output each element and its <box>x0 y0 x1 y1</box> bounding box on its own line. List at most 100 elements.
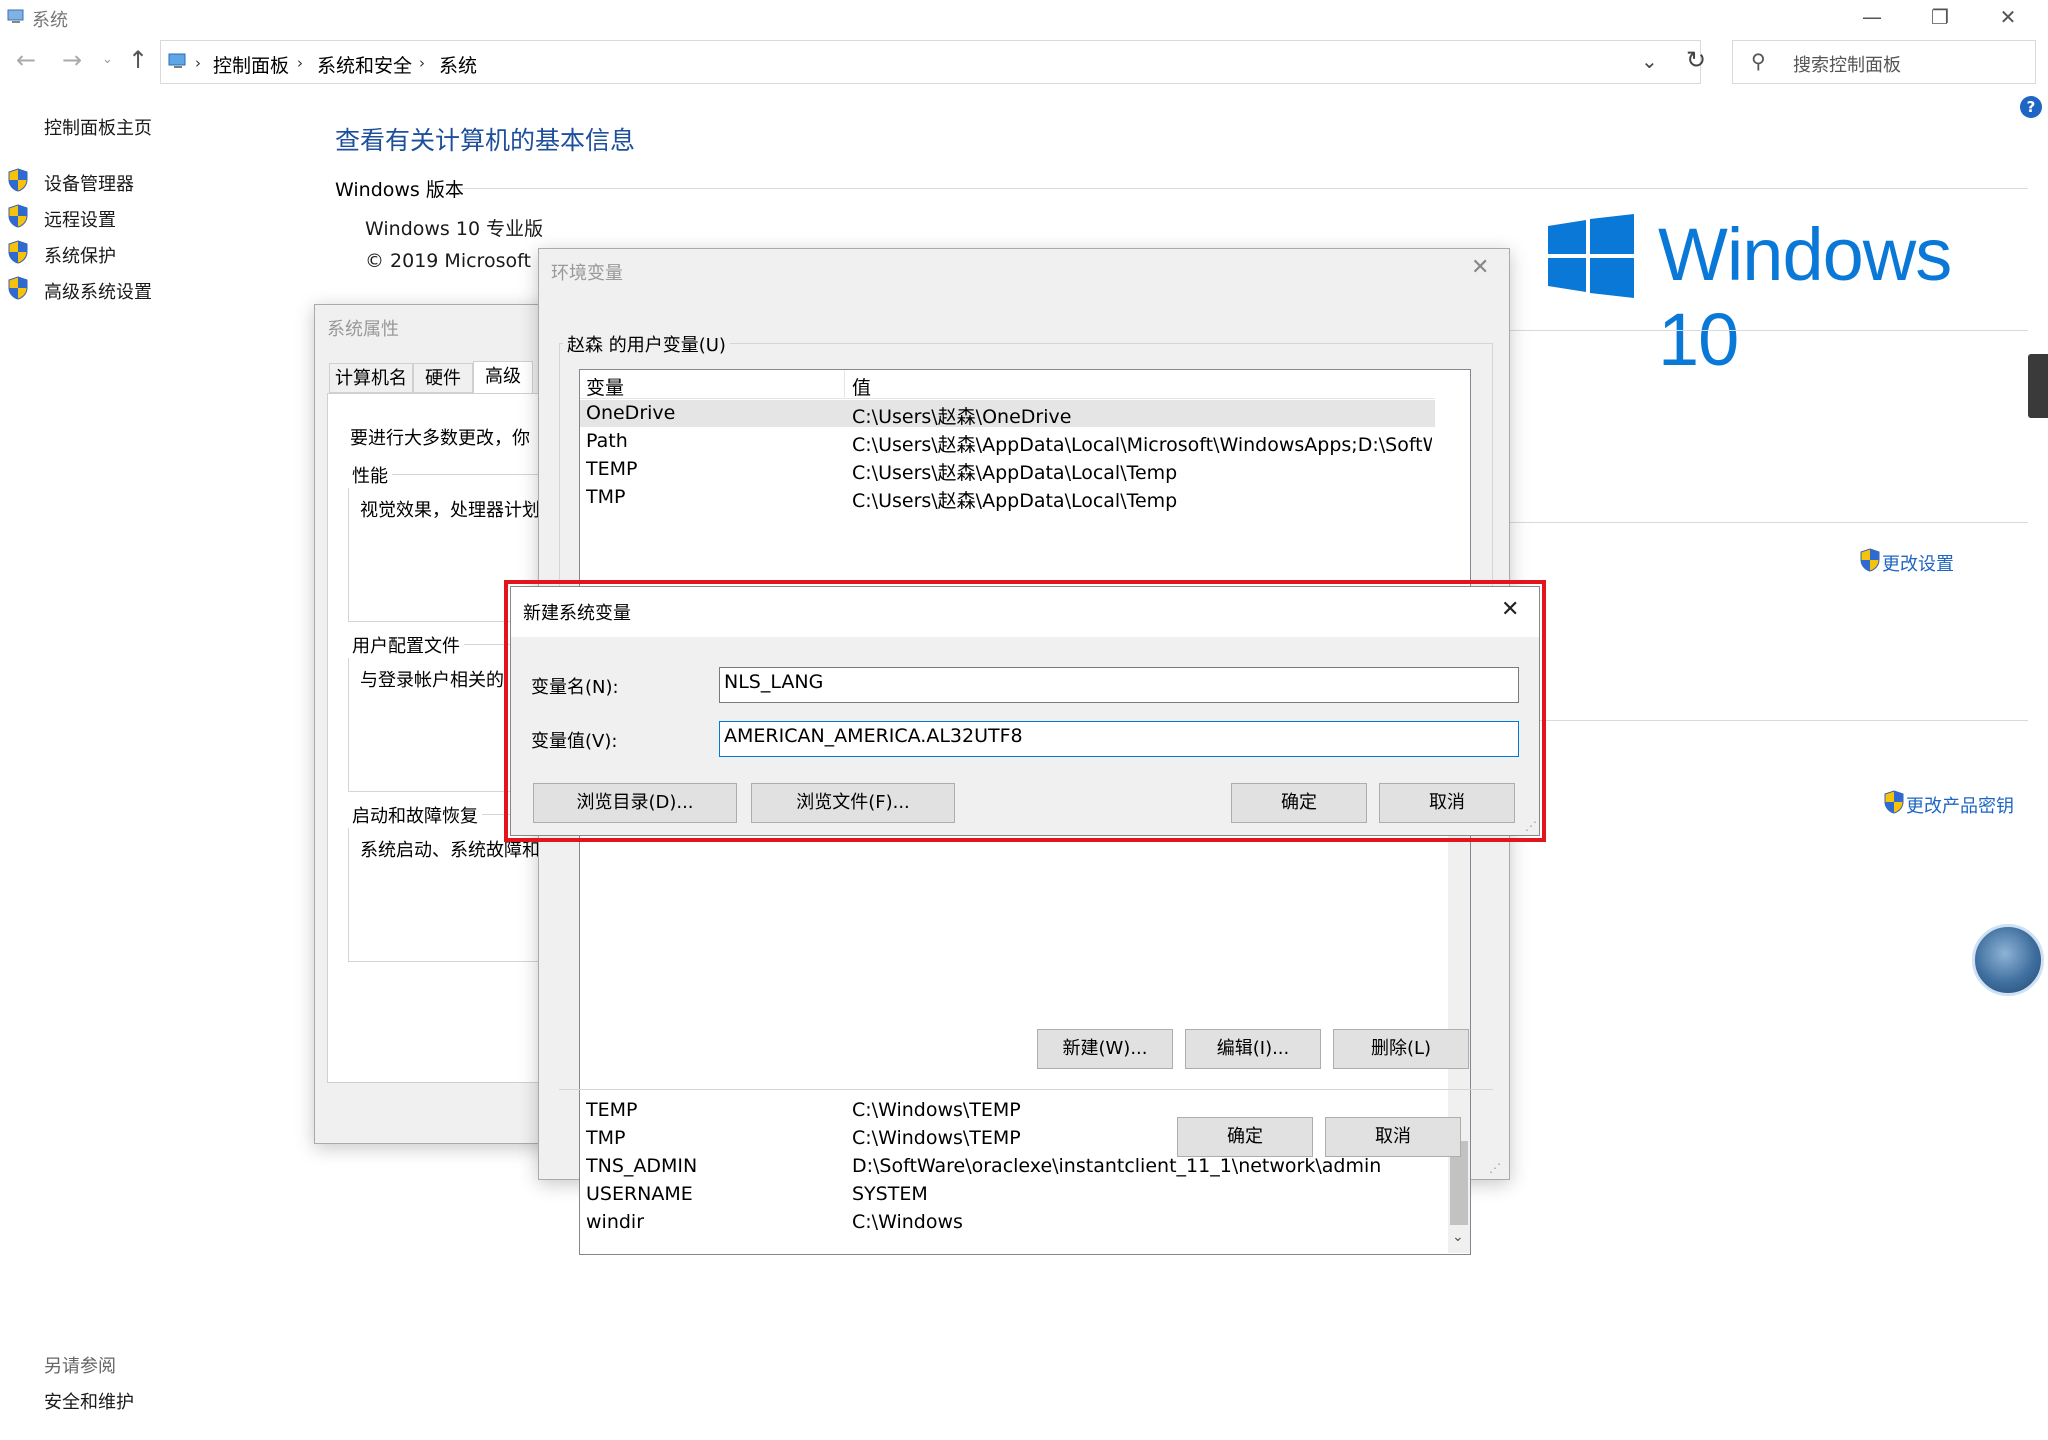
control-panel-home-link[interactable]: 控制面板主页 <box>44 114 152 140</box>
variable-value-label: 变量值(V): <box>531 731 618 752</box>
group-bottom-border <box>559 1089 1493 1090</box>
admin-note-text: 要进行大多数更改，你 <box>350 428 530 449</box>
env-ok-button[interactable]: 确定 <box>1177 1117 1313 1157</box>
browse-file-button[interactable]: 浏览文件(F)... <box>751 783 955 823</box>
sidebar-item-advanced-settings[interactable]: 高级系统设置 <box>44 278 152 304</box>
search-icon: ⚲ <box>1751 49 1766 73</box>
table-row[interactable]: TEMP C:\Users\赵森\AppData\Local\Temp <box>580 456 1435 484</box>
list-header: 变量 值 <box>580 370 1435 399</box>
side-panel-handle[interactable] <box>2028 354 2048 418</box>
windows-logo-text: Windows 10 <box>1658 213 1952 381</box>
tab-computer-name[interactable]: 计算机名 <box>329 363 413 393</box>
address-dropdown-chevron-icon[interactable]: ⌄ <box>1641 49 1658 73</box>
table-row[interactable]: TMP C:\Users\赵森\AppData\Local\Temp <box>580 484 1435 512</box>
address-bar[interactable]: › 控制面板 › 系统和安全 › 系统 ⌄ <box>160 40 1701 84</box>
sidebar-item-device-manager[interactable]: 设备管理器 <box>44 170 134 196</box>
resize-grip-icon[interactable]: ⋰ <box>1489 1161 1501 1175</box>
shield-icon <box>8 204 28 232</box>
breadcrumb-separator-icon: › <box>297 54 303 72</box>
startup-recovery-label: 启动和故障恢复 <box>348 802 482 828</box>
variable-name-field[interactable]: NLS_LANG <box>719 667 1519 703</box>
restore-button[interactable]: ❐ <box>1908 0 1972 36</box>
browse-directory-button[interactable]: 浏览目录(D)... <box>533 783 737 823</box>
section-divider <box>1508 720 2028 721</box>
see-also-title: 另请参阅 <box>44 1356 116 1377</box>
up-arrow-icon[interactable]: ↑ <box>128 46 148 74</box>
column-header-variable[interactable]: 变量 <box>586 373 624 400</box>
breadcrumb-control-panel[interactable]: 控制面板 <box>213 51 289 78</box>
windows-edition-value: Windows 10 专业版 <box>365 218 544 240</box>
performance-text: 视觉效果，处理器计划 <box>360 500 540 521</box>
security-maintenance-link[interactable]: 安全和维护 <box>44 1388 134 1414</box>
table-row[interactable]: USERNAME SYSTEM <box>580 1181 1435 1208</box>
close-window-button[interactable]: ✕ <box>1976 0 2040 36</box>
variable-value-field[interactable]: AMERICAN_AMERICA.AL32UTF8 <box>719 721 1519 757</box>
tab-hardware[interactable]: 硬件 <box>413 363 473 393</box>
var-value: C:\Users\赵森\OneDrive <box>852 406 1072 428</box>
shield-icon <box>8 168 28 196</box>
help-icon[interactable]: ? <box>2020 96 2042 118</box>
forward-arrow-icon[interactable]: → <box>62 46 82 74</box>
sidebar-item-system-protection[interactable]: 系统保护 <box>44 242 116 268</box>
window-title: 系统 <box>32 10 68 31</box>
variable-name-label: 变量名(N): <box>531 677 619 698</box>
new-system-variable-dialog: 新建系统变量 ✕ 变量名(N): NLS_LANG 变量值(V): AMERIC… <box>510 586 1540 836</box>
breadcrumb-system[interactable]: 系统 <box>439 51 477 78</box>
resize-grip-icon[interactable]: ⋰ <box>1525 819 1537 833</box>
section-divider <box>460 188 2028 189</box>
table-row[interactable]: Path C:\Users\赵森\AppData\Local\Microsoft… <box>580 428 1435 456</box>
tab-advanced[interactable]: 高级 <box>473 361 533 393</box>
user-vars-label: 赵森 的用户变量(U) <box>563 331 730 357</box>
change-product-key-link[interactable]: 更改产品密钥 <box>1906 792 2014 818</box>
new-var-titlebar: 新建系统变量 ✕ <box>511 587 1539 637</box>
env-vars-close-icon[interactable]: ✕ <box>1471 255 1489 280</box>
refresh-icon[interactable]: ↻ <box>1686 46 1706 74</box>
delete-variable-button[interactable]: 删除(L) <box>1333 1029 1469 1069</box>
user-profile-text: 与登录帐户相关的 <box>360 670 504 691</box>
system-app-icon <box>6 8 26 26</box>
change-settings-link[interactable]: 更改设置 <box>1882 550 1954 576</box>
page-title: 查看有关计算机的基本信息 <box>335 126 636 155</box>
edit-variable-button[interactable]: 编辑(I)... <box>1185 1029 1321 1069</box>
env-vars-title: 环境变量 <box>551 263 623 284</box>
search-box[interactable]: ⚲ 搜索控制面板 <box>1732 40 2036 84</box>
control-panel-icon <box>167 51 189 75</box>
new-var-title: 新建系统变量 <box>523 603 631 624</box>
new-var-cancel-button[interactable]: 取消 <box>1379 783 1515 823</box>
shield-icon <box>1860 548 1880 576</box>
table-row[interactable]: windir C:\Windows <box>580 1209 1435 1236</box>
new-var-ok-button[interactable]: 确定 <box>1231 783 1367 823</box>
user-vars-list[interactable]: 变量 值 OneDrive C:\Users\赵森\OneDrive Path … <box>579 369 1471 589</box>
var-value: C:\Users\赵森\AppData\Local\Temp <box>852 462 1178 484</box>
avatar[interactable] <box>1972 924 2044 996</box>
new-var-close-icon[interactable]: ✕ <box>1501 597 1519 622</box>
table-row[interactable]: OneDrive C:\Users\赵森\OneDrive <box>580 400 1435 428</box>
scroll-down-arrow-icon[interactable]: ⌄ <box>1452 1229 1464 1245</box>
windows-logo-icon <box>1548 214 1634 302</box>
new-variable-button[interactable]: 新建(W)... <box>1037 1029 1173 1069</box>
var-name: TNS_ADMIN <box>586 1155 698 1177</box>
var-value: SYSTEM <box>852 1183 928 1205</box>
var-value: C:\Users\赵森\AppData\Local\Temp <box>852 490 1178 512</box>
windows-edition-label: Windows 版本 <box>335 179 464 201</box>
breadcrumb-separator-icon: › <box>419 54 425 72</box>
search-input[interactable]: 搜索控制面板 <box>1793 51 1901 77</box>
breadcrumb-system-security[interactable]: 系统和安全 <box>317 51 412 78</box>
table-row[interactable]: TNS_ADMIN D:\SoftWare\oraclexe\instantcl… <box>580 1153 1435 1180</box>
back-arrow-icon[interactable]: ← <box>16 46 36 74</box>
column-header-value[interactable]: 值 <box>852 373 871 400</box>
var-name: USERNAME <box>586 1183 693 1205</box>
user-profile-label: 用户配置文件 <box>348 632 464 658</box>
sidebar-item-remote-settings[interactable]: 远程设置 <box>44 206 116 232</box>
var-value: C:\Windows <box>852 1211 963 1233</box>
recent-locations-chevron-icon[interactable]: ⌄ <box>102 52 113 67</box>
var-name: TEMP <box>586 1099 638 1121</box>
section-divider <box>1508 522 2028 523</box>
env-cancel-button[interactable]: 取消 <box>1325 1117 1461 1157</box>
minimize-button[interactable]: — <box>1840 0 1904 36</box>
copyright-text: © 2019 Microsoft Co <box>365 250 562 272</box>
title-bar: 系统 — ❐ ✕ <box>0 0 2048 36</box>
var-name: TMP <box>586 486 626 508</box>
breadcrumb-separator-icon: › <box>195 54 201 72</box>
var-name: windir <box>586 1211 645 1233</box>
